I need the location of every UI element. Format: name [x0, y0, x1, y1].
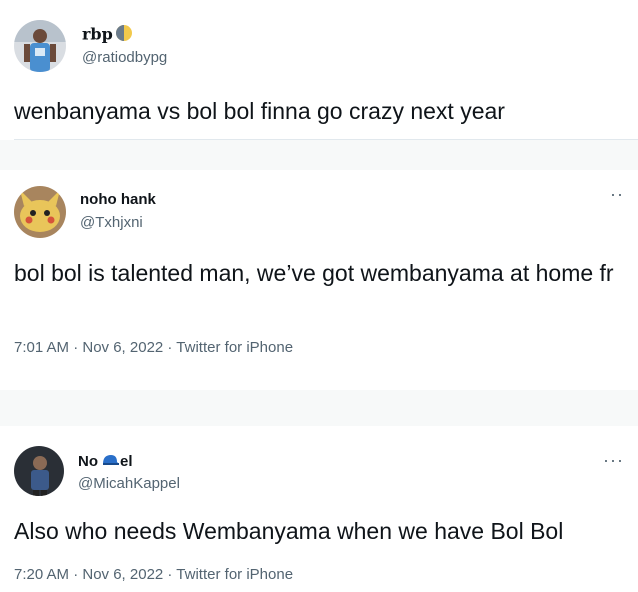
half-moon-icon: [115, 24, 133, 46]
display-name[interactable]: No el: [78, 452, 133, 472]
tweet-card: noho hank @Txhjxni ·· bol bol is talente…: [0, 170, 638, 390]
user-handle[interactable]: @ratiodbypg: [82, 49, 167, 66]
tweet-timestamp[interactable]: 7:01 AM · Nov 6, 2022 · Twitter for iPho…: [14, 339, 293, 356]
pikachu-avatar-image: [14, 186, 66, 238]
user-handle[interactable]: @MicahKappel: [78, 475, 180, 492]
display-name[interactable]: noho hank: [80, 191, 156, 208]
tweet-text: wenbanyama vs bol bol finna go crazy nex…: [14, 98, 505, 124]
tweet-card: No el @MicahKappel ··· Also who needs Wem…: [0, 426, 638, 592]
avatar[interactable]: [14, 186, 66, 238]
tweet-card: rbp @ratiodbypg wenbanyama vs bol bol fi…: [0, 0, 638, 140]
user-handle[interactable]: @Txhjxni: [80, 214, 143, 231]
display-name-part-1: No: [78, 452, 98, 470]
tweet-timestamp[interactable]: 7:20 AM · Nov 6, 2022 · Twitter for iPho…: [14, 566, 293, 583]
avatar[interactable]: [14, 446, 64, 496]
display-name-part-2: el: [120, 452, 133, 470]
display-name-text: rbp: [82, 24, 113, 44]
display-name[interactable]: rbp: [82, 24, 133, 46]
tweet-text: Also who needs Wembanyama when we have B…: [14, 518, 564, 544]
more-options-icon[interactable]: ··: [610, 184, 624, 205]
more-options-icon[interactable]: ···: [603, 450, 624, 471]
separator: [0, 390, 638, 426]
separator: [0, 140, 638, 170]
person-avatar-image: [14, 446, 64, 496]
avatar[interactable]: [14, 20, 66, 72]
player-avatar-image: [14, 20, 66, 72]
blue-cap-icon: [101, 452, 119, 472]
tweet-text: bol bol is talented man, we’ve got wemba…: [14, 260, 614, 286]
